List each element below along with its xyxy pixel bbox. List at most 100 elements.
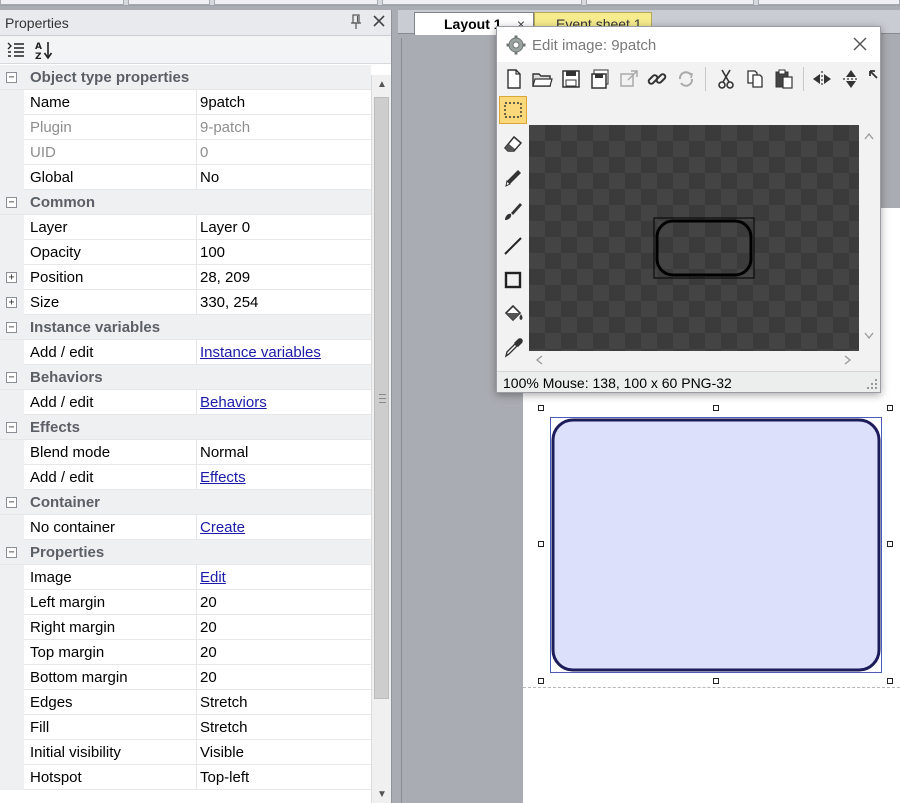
export-icon[interactable] bbox=[618, 68, 640, 90]
property-row[interactable]: + Position 28, 209 bbox=[0, 265, 371, 290]
brush-icon[interactable] bbox=[499, 198, 527, 226]
property-value[interactable]: Stretch bbox=[200, 694, 248, 711]
nine-patch-object[interactable] bbox=[551, 418, 881, 672]
property-row[interactable]: Left margin 20 bbox=[0, 590, 371, 615]
fill-bucket-icon[interactable] bbox=[499, 300, 527, 328]
property-value[interactable]: 20 bbox=[200, 619, 217, 636]
resize-handle-left[interactable] bbox=[538, 541, 544, 547]
close-icon[interactable] bbox=[371, 12, 387, 30]
property-value[interactable]: Top-left bbox=[200, 769, 249, 786]
expand-toggle-icon[interactable]: + bbox=[6, 297, 17, 308]
rotate-icon[interactable] bbox=[867, 68, 880, 90]
flip-horizontal-icon[interactable] bbox=[811, 68, 833, 90]
collapse-toggle-icon[interactable]: − bbox=[6, 422, 17, 433]
collapse-toggle-icon[interactable]: − bbox=[6, 547, 17, 558]
copy-icon[interactable] bbox=[744, 68, 766, 90]
property-row[interactable]: No container Create bbox=[0, 515, 371, 540]
property-row[interactable]: Layer Layer 0 bbox=[0, 215, 371, 240]
link-icon[interactable] bbox=[646, 68, 668, 90]
canvas-horizontal-scrollbar[interactable] bbox=[529, 351, 859, 370]
top-strip-button[interactable] bbox=[128, 0, 210, 5]
resize-handle-top[interactable] bbox=[713, 405, 719, 411]
resize-handle-bottom-left[interactable] bbox=[538, 678, 544, 684]
property-value[interactable]: 330, 254 bbox=[200, 294, 258, 311]
flip-vertical-icon[interactable] bbox=[840, 68, 862, 90]
cut-icon[interactable] bbox=[715, 68, 737, 90]
expand-toggle-icon[interactable]: + bbox=[6, 272, 17, 283]
rectangle-tool-icon[interactable] bbox=[499, 266, 527, 294]
collapse-toggle-icon[interactable]: − bbox=[6, 322, 17, 333]
property-row[interactable]: Edges Stretch bbox=[0, 690, 371, 715]
property-row[interactable]: Right margin 20 bbox=[0, 615, 371, 640]
property-row[interactable]: Initial visibility Visible bbox=[0, 740, 371, 765]
property-value[interactable]: Stretch bbox=[200, 719, 248, 736]
property-row[interactable]: Hotspot Top-left bbox=[0, 765, 371, 790]
property-row[interactable]: + Size 330, 254 bbox=[0, 290, 371, 315]
property-row[interactable]: Opacity 100 bbox=[0, 240, 371, 265]
close-icon[interactable] bbox=[850, 34, 870, 54]
property-value[interactable]: 100 bbox=[200, 244, 225, 261]
property-row[interactable]: Plugin 9-patch bbox=[0, 115, 371, 140]
property-row[interactable]: Bottom margin 20 bbox=[0, 665, 371, 690]
save-as-icon[interactable] bbox=[589, 68, 611, 90]
collapse-toggle-icon[interactable]: − bbox=[6, 197, 17, 208]
property-category[interactable]: − Container bbox=[0, 490, 371, 515]
resize-handle-bottom[interactable] bbox=[713, 678, 719, 684]
collapse-toggle-icon[interactable]: − bbox=[6, 372, 17, 383]
resize-handle-top-left[interactable] bbox=[538, 405, 544, 411]
categorized-view-icon[interactable] bbox=[6, 40, 26, 60]
resize-handle-right[interactable] bbox=[887, 541, 893, 547]
top-strip-button[interactable] bbox=[586, 0, 754, 5]
collapse-toggle-icon[interactable]: − bbox=[6, 497, 17, 508]
top-strip-button[interactable] bbox=[0, 0, 124, 5]
scrollbar-thumb[interactable] bbox=[374, 97, 389, 699]
property-row[interactable]: Name 9patch bbox=[0, 90, 371, 115]
property-row[interactable]: Add / edit Effects bbox=[0, 465, 371, 490]
image-canvas[interactable] bbox=[529, 125, 859, 351]
property-value[interactable]: 28, 209 bbox=[200, 269, 250, 286]
property-value[interactable]: Visible bbox=[200, 744, 244, 761]
open-folder-icon[interactable] bbox=[531, 68, 553, 90]
property-row[interactable]: Blend mode Normal bbox=[0, 440, 371, 465]
property-value[interactable]: Layer 0 bbox=[200, 219, 250, 236]
property-link[interactable]: Create bbox=[200, 519, 245, 536]
collapse-toggle-icon[interactable]: − bbox=[6, 72, 17, 83]
property-link[interactable]: Edit bbox=[200, 569, 226, 586]
property-row[interactable]: Image Edit bbox=[0, 565, 371, 590]
resize-handle-bottom-right[interactable] bbox=[887, 678, 893, 684]
scroll-up-icon[interactable]: ▲ bbox=[376, 79, 388, 91]
rectangle-select-icon[interactable] bbox=[499, 96, 527, 124]
refresh-icon[interactable] bbox=[675, 68, 697, 90]
property-row[interactable]: Fill Stretch bbox=[0, 715, 371, 740]
property-row[interactable]: UID 0 bbox=[0, 140, 371, 165]
property-value[interactable]: 9patch bbox=[200, 94, 245, 111]
top-strip-button[interactable] bbox=[214, 0, 378, 5]
property-category[interactable]: − Common bbox=[0, 190, 371, 215]
dialog-title-bar[interactable]: Edit image: 9patch bbox=[497, 27, 880, 62]
top-strip-button[interactable] bbox=[382, 0, 582, 5]
line-tool-icon[interactable] bbox=[499, 232, 527, 260]
pin-icon[interactable] bbox=[349, 13, 363, 31]
eraser-icon[interactable] bbox=[499, 130, 527, 158]
paste-icon[interactable] bbox=[773, 68, 795, 90]
canvas-vertical-scrollbar[interactable] bbox=[859, 125, 880, 351]
property-category[interactable]: − Instance variables bbox=[0, 315, 371, 340]
scroll-down-icon[interactable]: ▼ bbox=[376, 789, 388, 801]
resize-handle-top-right[interactable] bbox=[887, 405, 893, 411]
property-category[interactable]: − Properties bbox=[0, 540, 371, 565]
sort-alphabetical-icon[interactable]: AZ bbox=[34, 40, 54, 60]
property-link[interactable]: Effects bbox=[200, 469, 246, 486]
property-category[interactable]: − Effects bbox=[0, 415, 371, 440]
properties-scrollbar[interactable]: ▲ ▼ bbox=[371, 75, 391, 803]
property-row[interactable]: Add / edit Behaviors bbox=[0, 390, 371, 415]
property-value[interactable]: 20 bbox=[200, 669, 217, 686]
eyedropper-icon[interactable] bbox=[499, 334, 527, 362]
property-link[interactable]: Instance variables bbox=[200, 344, 321, 361]
property-row[interactable]: Global No bbox=[0, 165, 371, 190]
resize-grip-icon[interactable] bbox=[866, 378, 878, 390]
new-file-icon[interactable] bbox=[503, 68, 525, 90]
property-value[interactable]: 20 bbox=[200, 644, 217, 661]
property-category[interactable]: − Object type properties bbox=[0, 65, 371, 90]
property-row[interactable]: Top margin 20 bbox=[0, 640, 371, 665]
pencil-icon[interactable] bbox=[499, 164, 527, 192]
